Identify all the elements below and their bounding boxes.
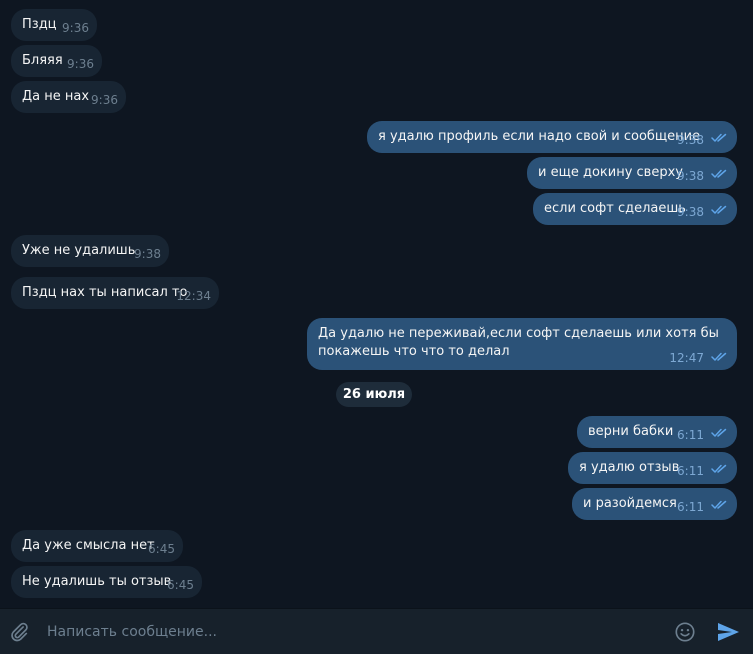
message-incoming[interactable]: Бляяя 9:36: [11, 45, 102, 77]
message-time: 9:36: [62, 21, 89, 35]
message-incoming[interactable]: Пздц 9:36: [11, 9, 97, 41]
message-time: 6:11: [677, 500, 704, 514]
message-time: 9:36: [91, 93, 118, 107]
message-text: Бляяя: [22, 53, 63, 68]
double-check-icon: [711, 428, 727, 437]
message-time: 9:38: [677, 205, 704, 219]
double-check-icon: [711, 133, 727, 142]
message-time: 6:11: [677, 428, 704, 442]
send-icon[interactable]: [716, 620, 740, 644]
message-outgoing[interactable]: я удалю профиль если надо свой и сообщен…: [367, 121, 737, 153]
date-separator: 26 июля: [336, 382, 412, 407]
message-text: Уже не удалишь: [22, 243, 136, 258]
message-incoming[interactable]: Пздц нах ты написал то 12:34: [11, 277, 219, 309]
message-incoming[interactable]: Уже не удалишь 9:38: [11, 235, 169, 267]
message-time: 6:11: [677, 464, 704, 478]
message-incoming[interactable]: Не удалишь ты отзыв 6:45: [11, 566, 202, 598]
message-text: Да удалю не переживай,если софт сделаешь…: [318, 326, 719, 359]
message-text: Пздц: [22, 17, 57, 32]
paperclip-icon[interactable]: [8, 621, 30, 643]
message-outgoing[interactable]: Да удалю не переживай,если софт сделаешь…: [307, 318, 737, 370]
double-check-icon: [711, 205, 727, 214]
message-time: 9:38: [677, 133, 704, 147]
message-text: Да не нах: [22, 89, 90, 104]
message-time: 9:38: [677, 169, 704, 183]
message-outgoing[interactable]: если софт сделаешь 9:38: [533, 193, 737, 225]
message-time: 12:47: [669, 351, 704, 365]
message-outgoing[interactable]: и еще докину сверху 9:38: [527, 157, 737, 189]
message-outgoing[interactable]: и разойдемся 6:11: [572, 488, 737, 520]
double-check-icon: [711, 169, 727, 178]
chat-history: Пздц 9:36 Бляяя 9:36 Да не нах 9:36 я уд…: [0, 0, 753, 608]
double-check-icon: [711, 500, 727, 509]
message-time: 9:36: [67, 57, 94, 71]
message-text: и еще докину сверху: [538, 165, 683, 180]
message-outgoing[interactable]: верни бабки 6:11: [577, 416, 737, 448]
double-check-icon: [711, 464, 727, 473]
message-text: если софт сделаешь: [544, 201, 686, 216]
message-text: Пздц нах ты написал то: [22, 285, 188, 300]
message-text: и разойдемся: [583, 496, 677, 511]
message-outgoing[interactable]: я удалю отзыв 6:11: [568, 452, 737, 484]
message-time: 12:34: [176, 289, 211, 303]
message-text: Не удалишь ты отзыв: [22, 574, 172, 589]
message-text: я удалю профиль если надо свой и сообщен…: [378, 129, 701, 144]
smile-icon[interactable]: [674, 621, 696, 643]
message-text: верни бабки: [588, 424, 674, 439]
message-text: я удалю отзыв: [579, 460, 680, 475]
message-time: 9:38: [134, 247, 161, 261]
message-input[interactable]: [47, 622, 647, 642]
message-incoming[interactable]: Да не нах 9:36: [11, 81, 126, 113]
message-text: Да уже смысла нет: [22, 538, 155, 553]
message-composer: [0, 608, 753, 654]
double-check-icon: [711, 352, 727, 361]
message-incoming[interactable]: Да уже смысла нет 6:45: [11, 530, 183, 562]
message-time: 6:45: [148, 542, 175, 556]
message-time: 6:45: [167, 578, 194, 592]
